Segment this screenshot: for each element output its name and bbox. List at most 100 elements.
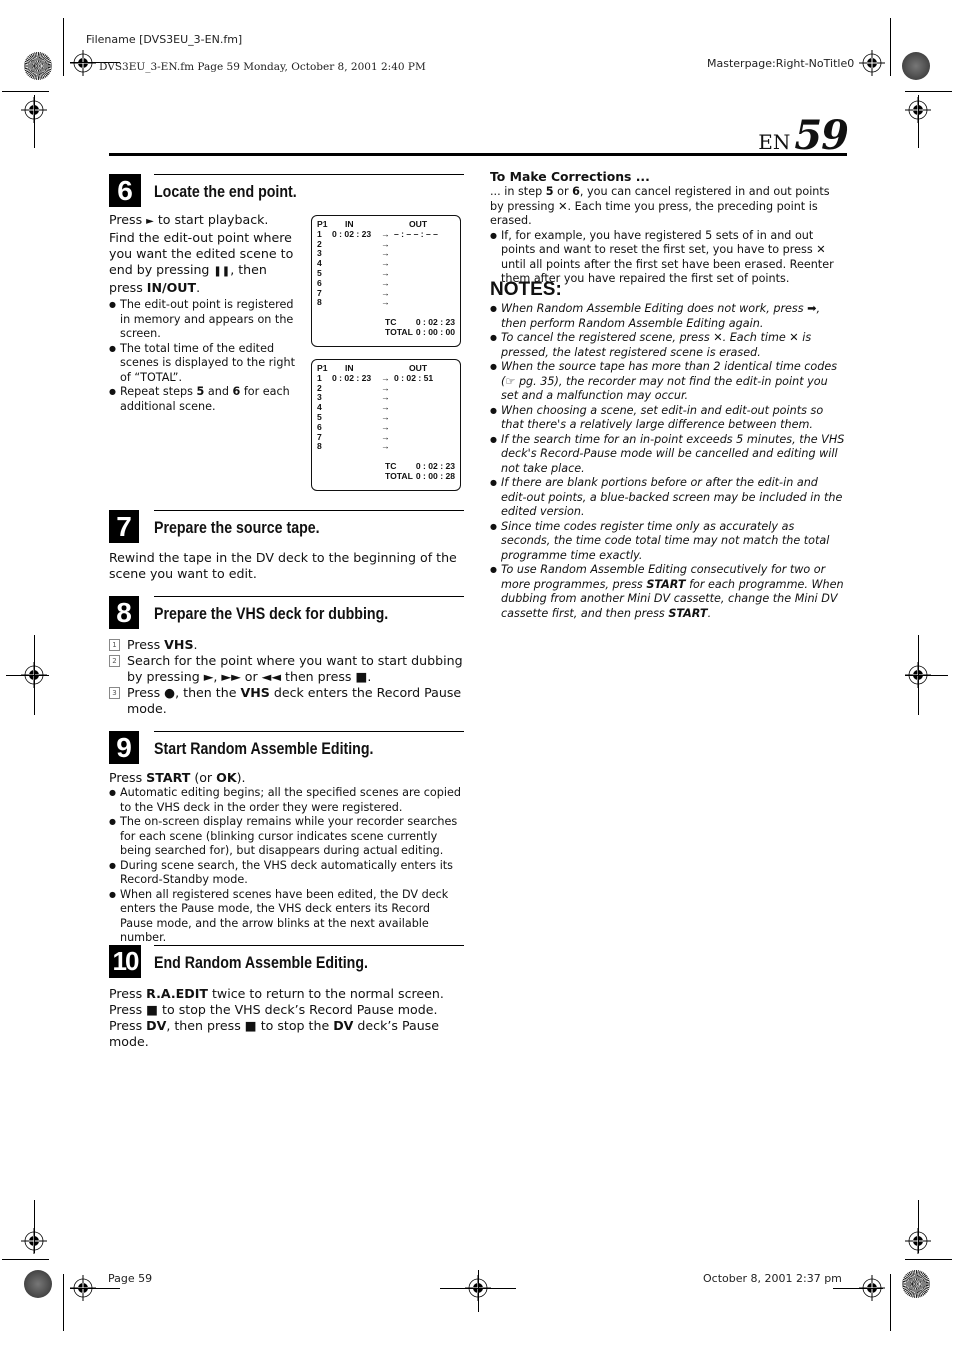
corrections-section: To Make Corrections ... ... in step 5 or… <box>490 169 845 287</box>
bold-keyword: VHS <box>240 685 270 700</box>
corrections-bullet: If, for example, you have registered 5 s… <box>490 229 845 287</box>
bullet-item: When all registered scenes have been edi… <box>109 888 465 946</box>
instruction-line: Press R.A.EDIT twice to return to the no… <box>109 986 444 1001</box>
file-info-label: DVS3EU_3-EN.fm Page 59 Monday, October 8… <box>99 61 426 73</box>
step-8-header: 8 Prepare the VHS deck for dubbing. <box>109 596 464 636</box>
registration-disc-icon <box>902 1270 930 1298</box>
bold-keyword: DV <box>333 1018 354 1033</box>
instruction-line: Press ■ to stop the VHS deck’s Record Pa… <box>109 1002 438 1017</box>
registration-disc-icon <box>902 52 930 80</box>
osd-screen: P1 IN OUT 1 0 : 02 : 23 → – : – – : – –2 → 3 → 4 → 5… <box>311 215 461 347</box>
step-number: 6 <box>109 174 141 207</box>
bullet-item: Repeat steps 5 and 6 for each additional… <box>109 385 295 414</box>
button-symbol-icon: ► <box>146 216 154 227</box>
osd-total-value: 0 : 00 : 00 <box>415 326 455 337</box>
numbered-item: 1 Press VHS. <box>109 637 464 653</box>
corrections-heading: To Make Corrections ... <box>490 169 650 184</box>
note-item: When Random Assemble Editing does not wo… <box>490 302 845 331</box>
step-title: Start Random Assemble Editing. <box>154 740 374 758</box>
language-code: EN <box>758 130 791 154</box>
step-8-list: 1 Press VHS. 2 Search for the point where y… <box>109 637 464 717</box>
bold-keyword: START <box>146 770 191 785</box>
button-symbol-icon: ❚❚ <box>213 266 231 277</box>
osd-total-label: TOTAL <box>385 326 413 337</box>
step-6-header: 6 Locate the end point. <box>109 174 464 214</box>
step-number: 7 <box>109 510 139 543</box>
arrow-icon: → <box>381 297 390 308</box>
step-title: Locate the end point. <box>154 183 297 201</box>
step-7-header: 7 Prepare the source tape. <box>109 510 464 550</box>
bullet-item: The on-screen display remains while your… <box>109 815 465 859</box>
osd-screen: P1 IN OUT 1 0 : 02 : 23 → 0 : 02 : 51 2 → 3 → 4 → 5 → 6… <box>311 359 461 491</box>
item-text: Search for the point where you want to s… <box>127 653 463 684</box>
osd-out-time: – : – – : – – <box>394 228 438 239</box>
step-9-intro: Press START (or OK). <box>109 770 246 785</box>
step-9-body: Press START (or OK). Automatic editing b… <box>109 770 465 946</box>
footer-date-label: October 8, 2001 2:37 pm <box>703 1272 842 1285</box>
step-title: Prepare the VHS deck for dubbing. <box>154 605 389 623</box>
item-text: Press ●, then the VHS deck enters the Re… <box>127 685 462 716</box>
note-item: When choosing a scene, set edit-in and e… <box>490 404 845 433</box>
osd-scene-number: 8 <box>317 441 322 452</box>
crop-mark <box>63 18 64 76</box>
crosshair-icon <box>70 50 96 76</box>
registration-disc-icon <box>24 1270 52 1298</box>
bold-keyword: 5 <box>545 185 554 198</box>
item-number-box: 1 <box>109 639 120 651</box>
masterpage-label: Masterpage:Right-NoTitle0 <box>707 57 855 70</box>
osd-total-row: TOTAL 0 : 00 : 28 <box>317 470 455 482</box>
note-item: Since time codes register time only as a… <box>490 520 845 564</box>
item-text: Press VHS. <box>127 637 198 652</box>
step-number: 9 <box>109 731 139 764</box>
osd-total-value: 0 : 00 : 28 <box>415 470 455 481</box>
numbered-item: 2 Search for the point where you want to … <box>109 653 464 685</box>
osd-scene-number: 8 <box>317 297 322 308</box>
note-item: When the source tape has more than 2 ide… <box>490 360 845 404</box>
bold-keyword: DV <box>146 1018 167 1033</box>
bold-keyword: 6 <box>232 385 241 398</box>
crosshair-icon <box>859 50 885 76</box>
step-6-intro: Press ► to start playback. Find the edit… <box>109 212 294 295</box>
note-item: If the search time for an in-point excee… <box>490 433 845 477</box>
step-6-bullets: The edit-out point is registered in memo… <box>109 298 295 414</box>
bold-keyword: 5 <box>196 385 205 398</box>
step-7-body: Rewind the tape in the DV deck to the be… <box>109 550 457 581</box>
bold-keyword: START <box>646 577 686 591</box>
bold-keyword: 6 <box>572 185 580 198</box>
bold-keyword: OK <box>216 770 237 785</box>
step-9-bullets: Automatic editing begins; all the specif… <box>109 786 465 946</box>
bullet-item: The total time of the edited scenes is d… <box>109 342 295 386</box>
notes-heading: NOTES: <box>490 279 562 300</box>
step-number: 8 <box>109 596 139 629</box>
osd-in-time: 0 : 02 : 23 <box>332 372 372 383</box>
item-number-box: 2 <box>109 655 120 667</box>
step-6-body: Press ► to start playback. Find the edit… <box>109 212 295 414</box>
bold-keyword: R.A.EDIT <box>146 986 208 1001</box>
page-number: EN 59 <box>758 112 849 159</box>
footer-page-label: Page 59 <box>108 1272 153 1285</box>
arrow-icon: → <box>381 441 390 452</box>
button-name: IN/OUT <box>146 280 197 295</box>
osd-out-time: 0 : 02 : 51 <box>394 372 434 383</box>
bullet-item: Automatic editing begins; all the specif… <box>109 786 465 815</box>
step-10-header: 10 End Random Assemble Editing. <box>109 945 464 985</box>
numbered-item: 3 Press ●, then the VHS deck enters the R… <box>109 685 464 717</box>
corrections-body: ... in step 5 or 6, you can cancel regis… <box>490 185 830 227</box>
osd-scene-row: 8 → <box>317 442 455 452</box>
instruction-line: Press DV, then press ■ to stop the DV de… <box>109 1018 439 1049</box>
notes-list: When Random Assemble Editing does not wo… <box>490 302 845 621</box>
bullet-item: During scene search, the VHS deck automa… <box>109 859 465 888</box>
note-item: To cancel the registered scene, press ✕.… <box>490 331 845 360</box>
step-9-header: 9 Start Random Assemble Editing. <box>109 731 464 771</box>
step-number: 10 <box>109 945 141 978</box>
step-title: Prepare the source tape. <box>154 519 320 537</box>
header-rule <box>109 153 847 156</box>
osd-total-label: TOTAL <box>385 470 413 481</box>
osd-scene-row: 8 → <box>317 298 455 308</box>
bold-keyword: VHS <box>164 637 194 652</box>
step-title: End Random Assemble Editing. <box>154 954 368 972</box>
registration-disc-icon <box>24 52 52 80</box>
step-10-body: Press R.A.EDIT twice to return to the no… <box>109 986 469 1050</box>
note-item: To use Random Assemble Editing consecuti… <box>490 563 845 621</box>
osd-total-row: TOTAL 0 : 00 : 00 <box>317 326 455 338</box>
